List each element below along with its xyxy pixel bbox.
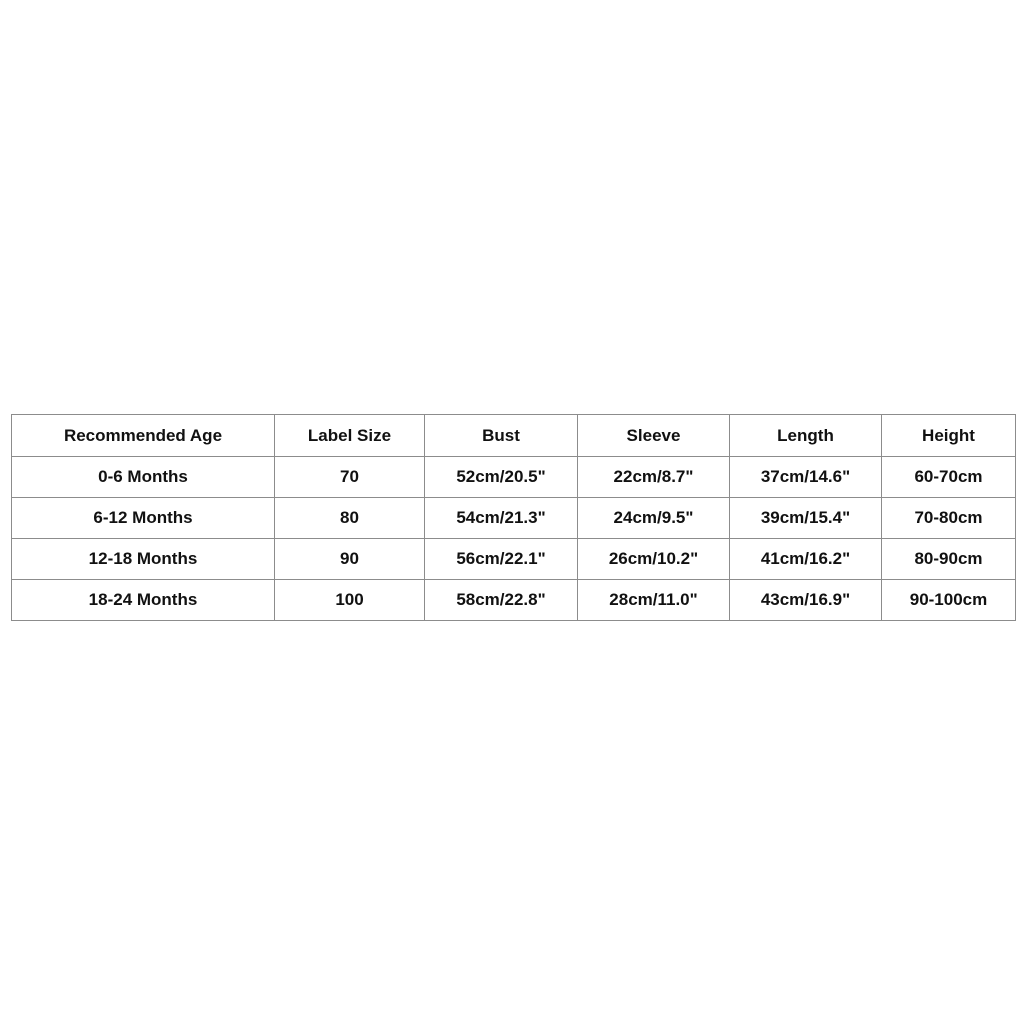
- header-recommended-age: Recommended Age: [11, 414, 275, 457]
- cell-length: 41cm/16.2": [729, 538, 882, 580]
- header-label-size: Label Size: [274, 414, 425, 457]
- cell-height: 70-80cm: [881, 497, 1016, 539]
- cell-length: 37cm/14.6": [729, 456, 882, 498]
- table-row: 18-24 Months 100 58cm/22.8" 28cm/11.0" 4…: [11, 579, 1016, 621]
- table-row: 0-6 Months 70 52cm/20.5" 22cm/8.7" 37cm/…: [11, 456, 1016, 498]
- cell-length: 39cm/15.4": [729, 497, 882, 539]
- cell-age: 0-6 Months: [11, 456, 275, 498]
- cell-label-size: 90: [274, 538, 425, 580]
- size-chart-table: Recommended Age Label Size Bust Sleeve L…: [11, 414, 1016, 621]
- table-row: 6-12 Months 80 54cm/21.3" 24cm/9.5" 39cm…: [11, 497, 1016, 539]
- cell-height: 90-100cm: [881, 579, 1016, 621]
- header-row: Recommended Age Label Size Bust Sleeve L…: [11, 414, 1016, 457]
- header-bust: Bust: [424, 414, 578, 457]
- header-height: Height: [881, 414, 1016, 457]
- cell-age: 12-18 Months: [11, 538, 275, 580]
- cell-bust: 56cm/22.1": [424, 538, 578, 580]
- cell-label-size: 70: [274, 456, 425, 498]
- cell-sleeve: 22cm/8.7": [577, 456, 730, 498]
- cell-bust: 58cm/22.8": [424, 579, 578, 621]
- header-length: Length: [729, 414, 882, 457]
- cell-age: 18-24 Months: [11, 579, 275, 621]
- cell-sleeve: 28cm/11.0": [577, 579, 730, 621]
- table-row: 12-18 Months 90 56cm/22.1" 26cm/10.2" 41…: [11, 538, 1016, 580]
- cell-bust: 52cm/20.5": [424, 456, 578, 498]
- cell-sleeve: 24cm/9.5": [577, 497, 730, 539]
- cell-bust: 54cm/21.3": [424, 497, 578, 539]
- cell-height: 60-70cm: [881, 456, 1016, 498]
- header-sleeve: Sleeve: [577, 414, 730, 457]
- cell-label-size: 100: [274, 579, 425, 621]
- cell-length: 43cm/16.9": [729, 579, 882, 621]
- cell-sleeve: 26cm/10.2": [577, 538, 730, 580]
- cell-label-size: 80: [274, 497, 425, 539]
- cell-height: 80-90cm: [881, 538, 1016, 580]
- cell-age: 6-12 Months: [11, 497, 275, 539]
